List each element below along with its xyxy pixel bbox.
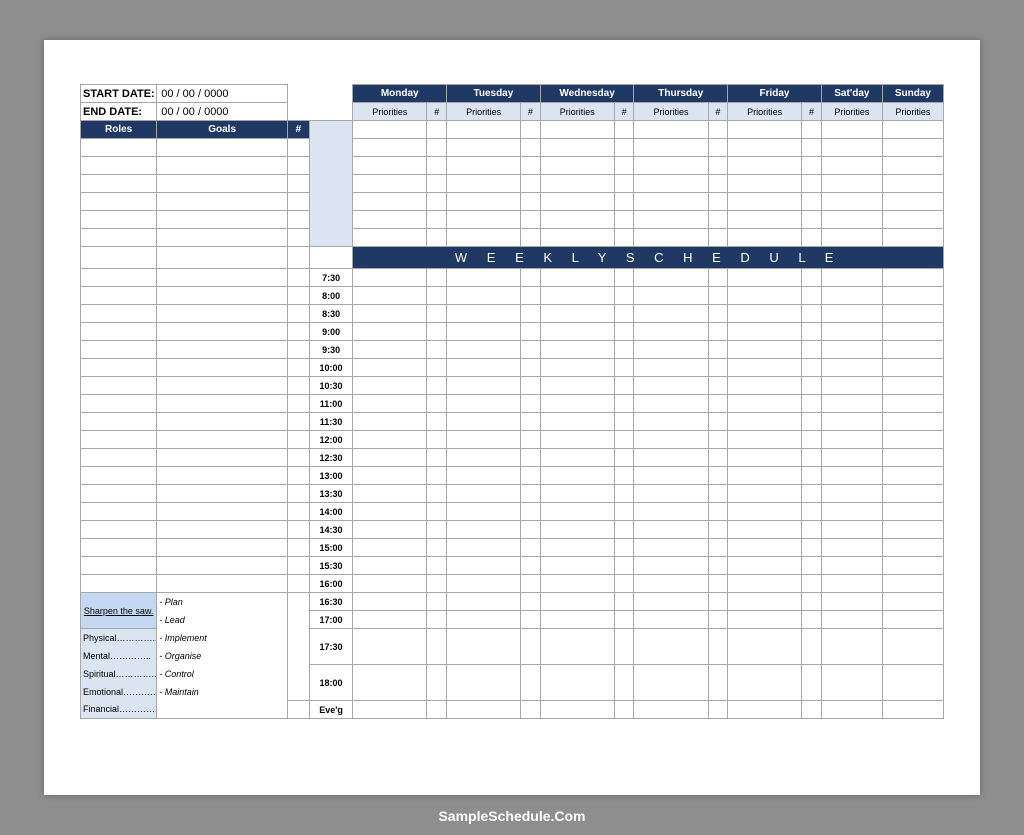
time-slot: 8:30 bbox=[309, 305, 353, 323]
time-slot: 16:30 bbox=[309, 593, 353, 611]
time-slot: 18:00 bbox=[309, 665, 353, 701]
hdr-hash: # bbox=[802, 103, 822, 121]
hdr-goals: Goals bbox=[157, 121, 288, 139]
dim: Financial………….. bbox=[81, 701, 157, 719]
spacer bbox=[288, 103, 353, 121]
verb: - Implement bbox=[157, 629, 288, 647]
time-slot: 16:00 bbox=[309, 575, 353, 593]
time-slot: 12:00 bbox=[309, 431, 353, 449]
verb: - Lead bbox=[157, 611, 288, 629]
verb: - Organise bbox=[157, 647, 288, 665]
time-slot: 10:30 bbox=[309, 377, 353, 395]
time-slot: 14:00 bbox=[309, 503, 353, 521]
day-sunday: Sunday bbox=[882, 85, 943, 103]
time-slot: 9:00 bbox=[309, 323, 353, 341]
dim: Emotional………… bbox=[81, 683, 157, 701]
time-slot: 13:00 bbox=[309, 467, 353, 485]
time-slot: 15:30 bbox=[309, 557, 353, 575]
hdr-num: # bbox=[288, 121, 310, 139]
time-slot: 17:00 bbox=[309, 611, 353, 629]
hdr-priorities: Priorities bbox=[634, 103, 708, 121]
hdr-priorities: Priorities bbox=[447, 103, 521, 121]
day-monday: Monday bbox=[353, 85, 447, 103]
verb: - Maintain bbox=[157, 683, 288, 701]
time-slot: 12:30 bbox=[309, 449, 353, 467]
time-slot: Eve'g bbox=[309, 701, 353, 719]
time-slot: 17:30 bbox=[309, 629, 353, 665]
dim: Mental………….. bbox=[81, 647, 157, 665]
time-slot: 14:30 bbox=[309, 521, 353, 539]
hdr-hash: # bbox=[614, 103, 634, 121]
hdr-priorities: Priorities bbox=[728, 103, 802, 121]
time-slot: 15:00 bbox=[309, 539, 353, 557]
dim: Spiritual………….. bbox=[81, 665, 157, 683]
sharpen-title: Sharpen the saw. bbox=[81, 593, 157, 629]
end-date-label: END DATE: bbox=[81, 103, 157, 121]
spacer bbox=[288, 593, 310, 701]
time-slot: 11:30 bbox=[309, 413, 353, 431]
hdr-priorities: Priorities bbox=[540, 103, 614, 121]
hdr-hash: # bbox=[521, 103, 541, 121]
time-slot: 10:00 bbox=[309, 359, 353, 377]
end-date-value[interactable]: 00 / 00 / 0000 bbox=[157, 103, 288, 121]
time-slot: 13:30 bbox=[309, 485, 353, 503]
watermark: SampleSchedule.Com bbox=[0, 808, 1024, 824]
document-page: START DATE: 00 / 00 / 0000 Monday Tuesda… bbox=[44, 40, 980, 795]
time-slot: 8:00 bbox=[309, 287, 353, 305]
start-date-label: START DATE: bbox=[81, 85, 157, 103]
day-saturday: Sat'day bbox=[821, 85, 882, 103]
day-friday: Friday bbox=[728, 85, 822, 103]
hdr-priorities: Priorities bbox=[353, 103, 427, 121]
hdr-roles: Roles bbox=[81, 121, 157, 139]
spacer bbox=[288, 85, 353, 103]
verb: - Plan bbox=[157, 593, 288, 611]
weekly-schedule-banner: W E E K L Y S C H E D U L E bbox=[353, 247, 944, 269]
hdr-hash: # bbox=[427, 103, 447, 121]
shade-block bbox=[309, 121, 353, 247]
dim: Physical………….. bbox=[81, 629, 157, 647]
weekly-schedule-table: START DATE: 00 / 00 / 0000 Monday Tuesda… bbox=[80, 84, 944, 719]
day-tuesday: Tuesday bbox=[447, 85, 541, 103]
time-slot: 7:30 bbox=[309, 269, 353, 287]
hdr-hash: # bbox=[708, 103, 728, 121]
hdr-priorities: Priorities bbox=[882, 103, 943, 121]
day-wednesday: Wednesday bbox=[540, 85, 634, 103]
time-slot: 11:00 bbox=[309, 395, 353, 413]
start-date-value[interactable]: 00 / 00 / 0000 bbox=[157, 85, 288, 103]
day-thursday: Thursday bbox=[634, 85, 728, 103]
time-slot: 9:30 bbox=[309, 341, 353, 359]
hdr-priorities: Priorities bbox=[821, 103, 882, 121]
verb: - Control bbox=[157, 665, 288, 683]
